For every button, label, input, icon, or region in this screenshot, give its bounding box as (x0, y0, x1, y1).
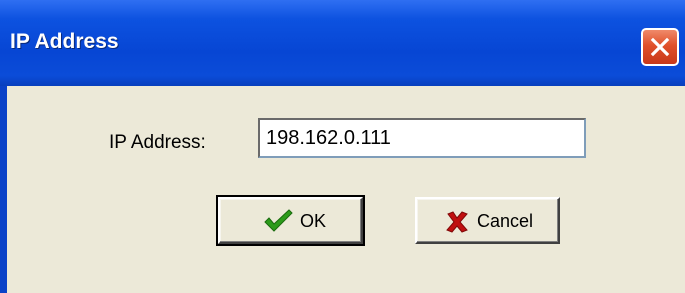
ip-address-input[interactable]: 198.162.0.111 (258, 118, 586, 158)
close-button[interactable] (641, 28, 679, 66)
cancel-button[interactable]: Cancel (415, 197, 560, 244)
close-icon (650, 37, 670, 57)
window-title: IP Address (10, 30, 119, 53)
title-bar[interactable]: IP Address (0, 0, 685, 86)
cancel-label: Cancel (477, 211, 534, 231)
red-x-icon (446, 211, 468, 233)
checkmark-icon (264, 209, 293, 232)
ip-address-dialog: IP Address IP Address: 198.162.0.111 OK … (0, 0, 685, 293)
ok-label: OK (300, 211, 327, 231)
ip-address-label: IP Address: (109, 132, 206, 153)
dialog-body: IP Address: 198.162.0.111 OK Cancel (7, 86, 685, 293)
ok-button[interactable]: OK (216, 195, 365, 246)
